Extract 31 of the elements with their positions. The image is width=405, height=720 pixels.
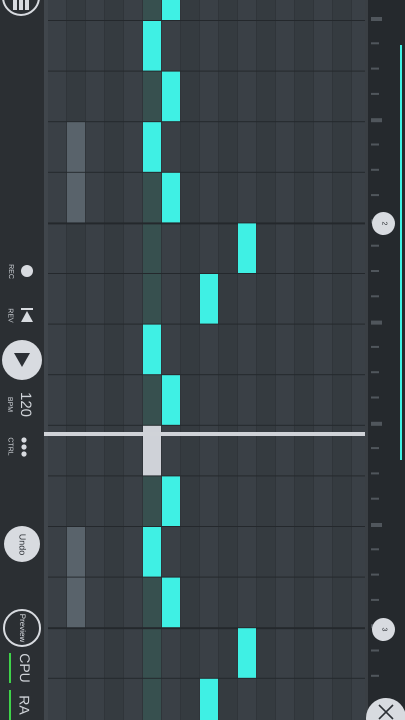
preview-button[interactable]: Preview xyxy=(3,609,41,648)
skip-back-icon xyxy=(21,308,33,322)
record-button[interactable] xyxy=(21,265,33,278)
note-block[interactable] xyxy=(143,426,161,476)
rewind-button[interactable] xyxy=(20,309,34,322)
note-block[interactable] xyxy=(238,223,256,273)
note-block[interactable] xyxy=(67,578,85,628)
note-block[interactable] xyxy=(162,72,180,122)
note-block[interactable] xyxy=(143,324,161,374)
play-button[interactable] xyxy=(2,340,42,380)
close-icon xyxy=(378,704,394,720)
note-block[interactable] xyxy=(200,274,218,324)
note-block[interactable] xyxy=(143,122,161,172)
meter-label: CPU xyxy=(18,654,32,684)
note-block[interactable] xyxy=(143,527,161,577)
note-block[interactable] xyxy=(67,122,85,172)
bpm-value: 120 xyxy=(18,392,34,417)
note-block[interactable] xyxy=(67,172,85,222)
note-block[interactable] xyxy=(238,628,256,678)
dots-icon xyxy=(21,436,27,457)
note-block[interactable] xyxy=(162,578,180,628)
note-block[interactable] xyxy=(143,21,161,71)
meter-label: RA xyxy=(18,695,32,715)
piano-icon xyxy=(13,0,29,10)
undo-button[interactable]: Undo xyxy=(4,526,40,562)
note-block[interactable] xyxy=(162,375,180,425)
note-block[interactable] xyxy=(67,527,85,577)
note-block[interactable] xyxy=(162,172,180,222)
more-button[interactable] xyxy=(21,436,27,457)
play-icon xyxy=(14,352,30,367)
note-block[interactable] xyxy=(162,476,180,526)
